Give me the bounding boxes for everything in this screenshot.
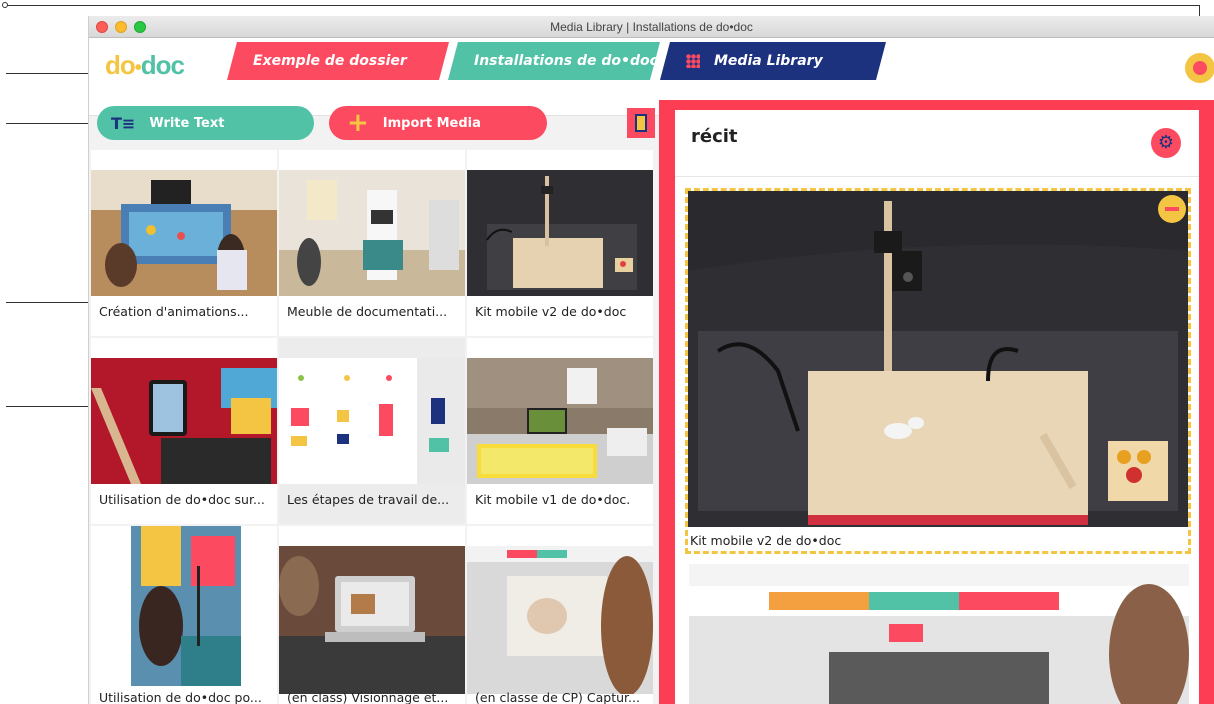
app-window: Media Library | Installations de do•doc … <box>88 16 1214 704</box>
media-card[interactable]: (en classe de CP) Captur... <box>467 526 653 704</box>
import-media-label: Import Media <box>382 115 481 131</box>
media-thumbnail[interactable] <box>131 526 241 686</box>
recit-content: récit ⚙ Kit mobile v2 de do•doc <box>675 110 1199 704</box>
recit-media-caption: Kit mobile v2 de do•doc <box>690 533 842 548</box>
annotation-dot <box>2 2 8 8</box>
media-thumbnail[interactable] <box>467 358 653 484</box>
title-bar: Media Library | Installations de do•doc <box>89 16 1214 38</box>
media-thumbnail[interactable] <box>279 546 465 694</box>
breadcrumb-folder[interactable]: Exemple de dossier <box>227 42 449 80</box>
annotation-line-write <box>6 123 90 124</box>
toggle-recit-panel-button[interactable] <box>627 108 655 138</box>
grid-icon <box>686 54 700 68</box>
annotation-line-logo <box>6 73 90 74</box>
media-thumbnail[interactable] <box>91 358 277 484</box>
media-card[interactable]: Meuble de documentati... <box>279 150 465 336</box>
media-caption: Kit mobile v2 de do•doc <box>475 304 627 319</box>
media-card[interactable]: Création d'animations... <box>91 150 277 336</box>
media-caption: (en class) Visionnage et... <box>287 690 449 704</box>
recit-title: récit <box>691 126 738 147</box>
media-card[interactable]: Kit mobile v1 de do•doc. <box>467 338 653 524</box>
media-card[interactable]: Utilisation de do•doc po... <box>91 526 277 704</box>
logo-part-do: do <box>105 50 136 80</box>
gear-icon[interactable]: ⚙ <box>1151 128 1181 158</box>
breadcrumb-media-library[interactable]: Media Library <box>660 42 886 80</box>
media-caption: Utilisation de do•doc po... <box>99 690 262 704</box>
text-icon: T≡ <box>111 113 136 133</box>
recit-media-item[interactable] <box>689 564 1189 704</box>
media-thumbnail[interactable] <box>467 170 653 296</box>
media-card[interactable]: Les étapes de travail de... <box>279 338 465 524</box>
import-media-button[interactable]: + Import Media <box>329 106 547 140</box>
media-thumbnail[interactable] <box>279 170 465 296</box>
breadcrumb-label: Media Library <box>714 53 823 69</box>
media-caption: Les étapes de travail de... <box>287 492 450 507</box>
dodoc-logo[interactable]: do•doc <box>105 50 185 81</box>
media-caption: (en classe de CP) Captur... <box>475 690 640 704</box>
breadcrumb-project[interactable]: Installations de do•doc <box>448 42 660 80</box>
media-caption: Utilisation de do•doc sur... <box>99 492 265 507</box>
minus-icon <box>1165 207 1179 211</box>
annotation-line-top <box>6 5 1200 6</box>
write-text-label: Write Text <box>149 115 225 131</box>
breadcrumb-label: Installations de do•doc <box>474 53 658 69</box>
window-title: Media Library | Installations de do•doc <box>550 20 753 34</box>
media-card[interactable]: Kit mobile v2 de do•doc <box>467 150 653 336</box>
panel-layout-icon <box>635 114 647 132</box>
media-thumbnail[interactable] <box>279 358 465 484</box>
remove-from-recit-button[interactable] <box>1158 195 1186 223</box>
logo-part-doc: doc <box>140 50 185 80</box>
recit-media-photo <box>688 191 1188 527</box>
media-caption: Meuble de documentati... <box>287 304 448 319</box>
media-caption: Kit mobile v1 de do•doc. <box>475 492 631 507</box>
recit-media-item-selected[interactable]: Kit mobile v2 de do•doc <box>685 188 1191 554</box>
media-thumbnail[interactable] <box>91 170 277 296</box>
media-caption: Création d'animations... <box>99 304 249 319</box>
write-text-button[interactable]: T≡ Write Text <box>97 106 314 140</box>
user-menu-button[interactable] <box>1185 53 1214 83</box>
media-card[interactable]: Utilisation de do•doc sur... <box>91 338 277 524</box>
media-thumbnail[interactable] <box>467 546 653 694</box>
annotation-line-media <box>6 406 90 407</box>
divider <box>675 176 1199 177</box>
media-card[interactable]: (en class) Visionnage et... <box>279 526 465 704</box>
plus-icon: + <box>347 108 369 138</box>
record-dot-icon <box>1193 61 1207 75</box>
recit-panel: récit ⚙ Kit mobile v2 de do•doc <box>659 100 1214 704</box>
breadcrumb-label: Exemple de dossier <box>253 53 407 69</box>
